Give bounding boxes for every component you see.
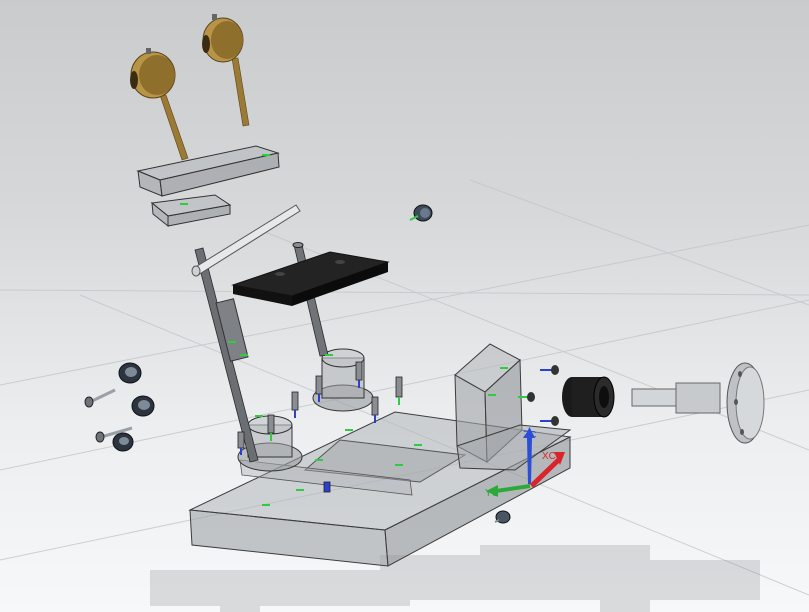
- bushing[interactable]: [562, 376, 615, 418]
- loose-knob-1[interactable]: [118, 362, 142, 384]
- floor-reflection: [150, 545, 760, 612]
- side-bolt-1[interactable]: [540, 365, 559, 375]
- yc-label: YC: [485, 488, 499, 499]
- dial-gauge-icon[interactable]: [130, 48, 189, 161]
- top-plate[interactable]: [231, 251, 390, 306]
- graphics-viewport[interactable]: ZC YC XC: [0, 0, 809, 612]
- knob[interactable]: [409, 204, 433, 222]
- xc-label: XC: [542, 451, 556, 462]
- loose-knob-2[interactable]: [131, 395, 155, 417]
- assembly-scene[interactable]: ZC YC XC: [0, 0, 809, 612]
- loose-screw-1[interactable]: [84, 388, 116, 408]
- loose-knob-3[interactable]: [112, 432, 134, 452]
- side-bolt-3[interactable]: [540, 416, 559, 426]
- gauge-holder[interactable]: [136, 145, 280, 228]
- cap-screw[interactable]: [395, 376, 403, 405]
- small-knob[interactable]: [494, 510, 511, 524]
- flanged-shaft[interactable]: [631, 362, 765, 444]
- dial-gauge-icon[interactable]: [202, 14, 250, 127]
- cap-screw[interactable]: [291, 391, 299, 418]
- cap-screw[interactable]: [371, 396, 379, 423]
- zc-label: ZC: [523, 430, 536, 441]
- cap-screw[interactable]: [323, 481, 331, 493]
